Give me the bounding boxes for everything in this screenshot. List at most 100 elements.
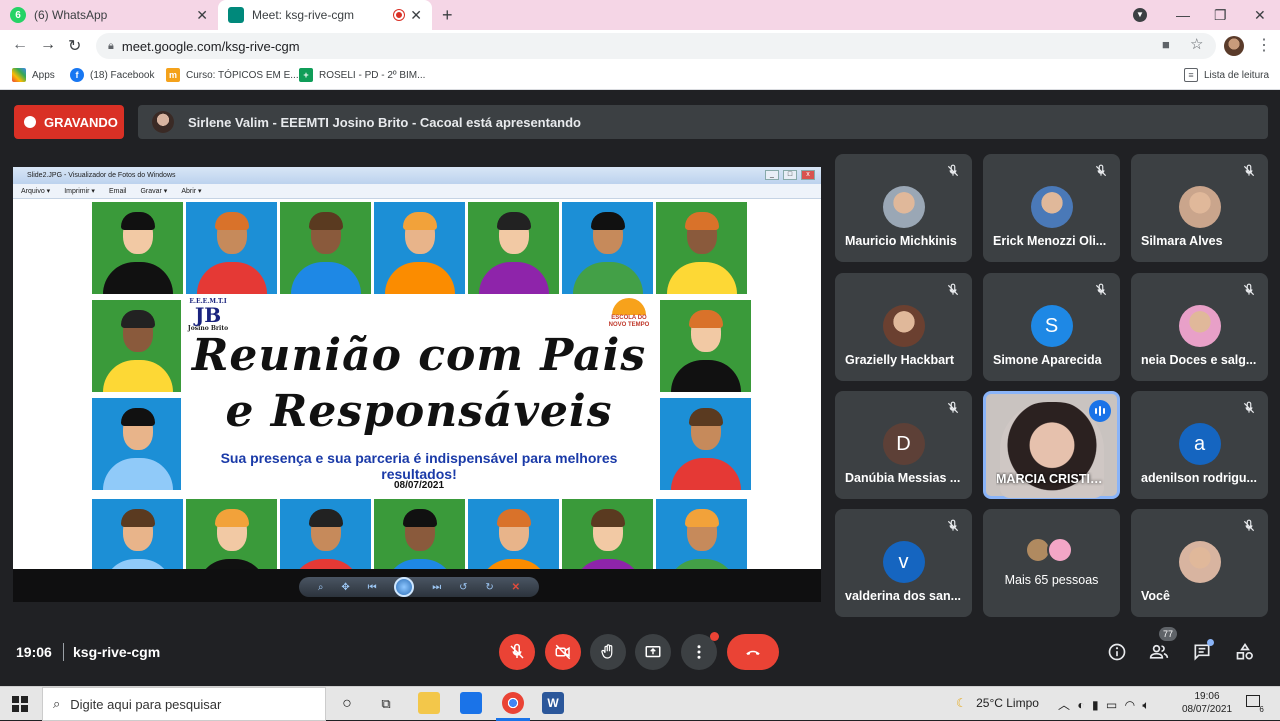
bookmark-roseli[interactable]: + ROSELI - PD - 2º BIM... [299,68,425,82]
rotate-right-icon: ↻ [485,581,494,593]
task-view-icon[interactable]: ⧉ [376,694,396,714]
participant-tile[interactable]: Erick Menozzi Oli... [983,154,1120,262]
tab-meet[interactable]: Meet: ksg-rive-cgm ✕ [218,0,432,30]
word-icon[interactable]: W [542,692,564,714]
more-vert-icon [697,645,701,659]
present-button[interactable] [635,634,671,670]
illustration-person [186,499,277,569]
participant-tile[interactable]: Você [1131,509,1268,617]
meeting-details-button[interactable] [1105,640,1129,664]
recording-button[interactable]: GRAVANDO [14,105,124,139]
participant-tile[interactable]: Silmara Alves [1131,154,1268,262]
tab-title: Meet: ksg-rive-cgm [252,8,355,22]
participant-tile[interactable]: Mauricio Michkinis [835,154,972,262]
previous-icon: ⏮ [367,581,377,593]
slide: E.E.E.M.T.I JB Josino Brito ESCOLA DO NO… [13,199,821,569]
moon-icon: ☾ [956,696,967,710]
presentation-stage[interactable]: Slide2.JPG - Visualizador de Fotos do Wi… [13,167,821,602]
notification-center-icon[interactable]: 6 [1246,695,1268,714]
participant-avatar: S [1030,305,1073,347]
recording-icon [394,10,405,20]
participant-name: Simone Aparecida [993,353,1102,367]
participant-tile[interactable]: neia Doces e salg... [1131,273,1268,381]
maximize-button[interactable]: ❐ [1214,0,1227,30]
people-button[interactable] [1147,640,1171,664]
bookmark-apps[interactable]: Apps [12,68,55,82]
reload-icon[interactable]: ↻ [68,36,81,56]
minimize-button[interactable]: — [1176,0,1190,30]
illustration-person [468,499,559,569]
camera-icon[interactable]: ■ [1162,37,1170,52]
raise-hand-button[interactable] [590,634,626,670]
chrome-icon[interactable] [502,692,524,714]
viewer-menu-item: Gravar ▾ [140,188,168,195]
participant-name: MARCIA CRISTIA... [996,472,1109,486]
cortana-icon[interactable]: ○ [337,694,357,714]
novo-tempo-logo: ESCOLA DO NOVO TEMPO [605,298,653,329]
participant-avatar [882,305,925,347]
reading-list[interactable]: ≡ Lista de leitura [1184,68,1269,82]
presenting-banner: Sirlene Valim - EEEMTI Josino Brito - Ca… [138,105,1268,139]
mic-toggle-button[interactable] [499,634,535,670]
slide-date: 08/07/2021 [393,480,445,491]
participant-tile[interactable]: Grazielly Hackbart [835,273,972,381]
address-bar[interactable]: 🔒︎ meet.google.com/ksg-rive-cgm [96,33,1216,59]
next-icon: ⏭ [432,581,442,593]
meeting-code[interactable]: ksg-rive-cgm [73,644,160,660]
notification-dot [710,632,719,641]
mic-off-icon [510,643,524,659]
mail-icon[interactable] [460,692,482,714]
bookmark-curso[interactable]: m Curso: TÓPICOS EM E... [166,68,299,82]
tray-date: 08/07/2021 [1181,704,1233,715]
leave-call-button[interactable] [727,634,779,670]
browser-toolbar: ← → ↻ 🔒︎ meet.google.com/ksg-rive-cgm ■ … [0,30,1280,62]
activities-button[interactable] [1233,640,1257,664]
menu-icon[interactable]: ⋮ [1256,35,1272,55]
close-tab-icon[interactable]: ✕ [196,7,208,24]
file-explorer-icon[interactable] [418,692,440,714]
weather-widget[interactable]: ☾ 25°C Limpo [956,696,1039,710]
meet-icon [228,7,244,23]
viewer-minimize-icon: _ [765,170,779,180]
participant-avatar [1178,305,1221,347]
forward-icon[interactable]: → [40,36,56,54]
illustration-person [280,499,371,569]
bookmark-label: Apps [32,69,55,81]
new-tab-button[interactable]: + [442,5,453,26]
facebook-icon: f [70,68,84,82]
close-window-button[interactable]: ✕ [1254,0,1266,30]
camera-toggle-button[interactable] [545,634,581,670]
taskbar-search[interactable]: ⌕ Digite aqui para pesquisar [42,687,326,721]
participant-tile[interactable]: Mais 65 pessoas [983,509,1120,617]
more-options-button[interactable] [681,632,719,670]
illustration-person [374,202,465,294]
lock-icon: 🔒︎ [108,39,114,52]
back-icon[interactable]: ← [12,36,28,54]
profile-avatar[interactable] [1224,36,1244,56]
photo-viewer-controls: ⌕ ✥ ⏮ ⏭ ↺ ↻ ✕ [13,569,821,602]
participant-avatar [882,186,925,228]
bookmark-facebook[interactable]: f (18) Facebook [70,68,154,82]
tab-whatsapp[interactable]: 6 (6) WhatsApp ✕ [0,0,218,30]
windows-start-icon[interactable] [12,696,28,712]
close-tab-icon[interactable]: ✕ [410,7,422,24]
participant-tile[interactable]: D Danúbia Messias ... [835,391,972,499]
bookmark-star-icon[interactable]: ☆ [1190,35,1203,53]
participant-tile[interactable]: v valderina dos san... [835,509,972,617]
participant-tile[interactable]: S Simone Aparecida [983,273,1120,381]
mic-off-icon [946,164,960,178]
bookmark-label: Curso: TÓPICOS EM E... [186,69,299,81]
slide-headline-1: Reunião com Pais [191,330,647,381]
network-status-icon: ◐ [1077,698,1085,712]
tab-search-icon[interactable]: ▼ [1133,0,1147,30]
weather-text: 25°C Limpo [976,696,1039,710]
participant-tile[interactable]: MARCIA CRISTIA... [983,391,1120,499]
tray-icons[interactable]: ︿ ◐ ▮ ▭ ◠ 🔈︎ [1058,696,1150,713]
tab-strip: 6 (6) WhatsApp ✕ Meet: ksg-rive-cgm ✕ + … [0,0,1280,30]
participant-tile[interactable]: a adenilson rodrigu... [1131,391,1268,499]
chevron-up-icon: ︿ [1058,698,1071,712]
mic-off-icon [946,519,960,533]
illustration-person [660,398,751,490]
taskbar-clock[interactable]: 19:06 08/07/2021 [1177,690,1237,716]
viewer-close-icon: x [801,170,815,180]
